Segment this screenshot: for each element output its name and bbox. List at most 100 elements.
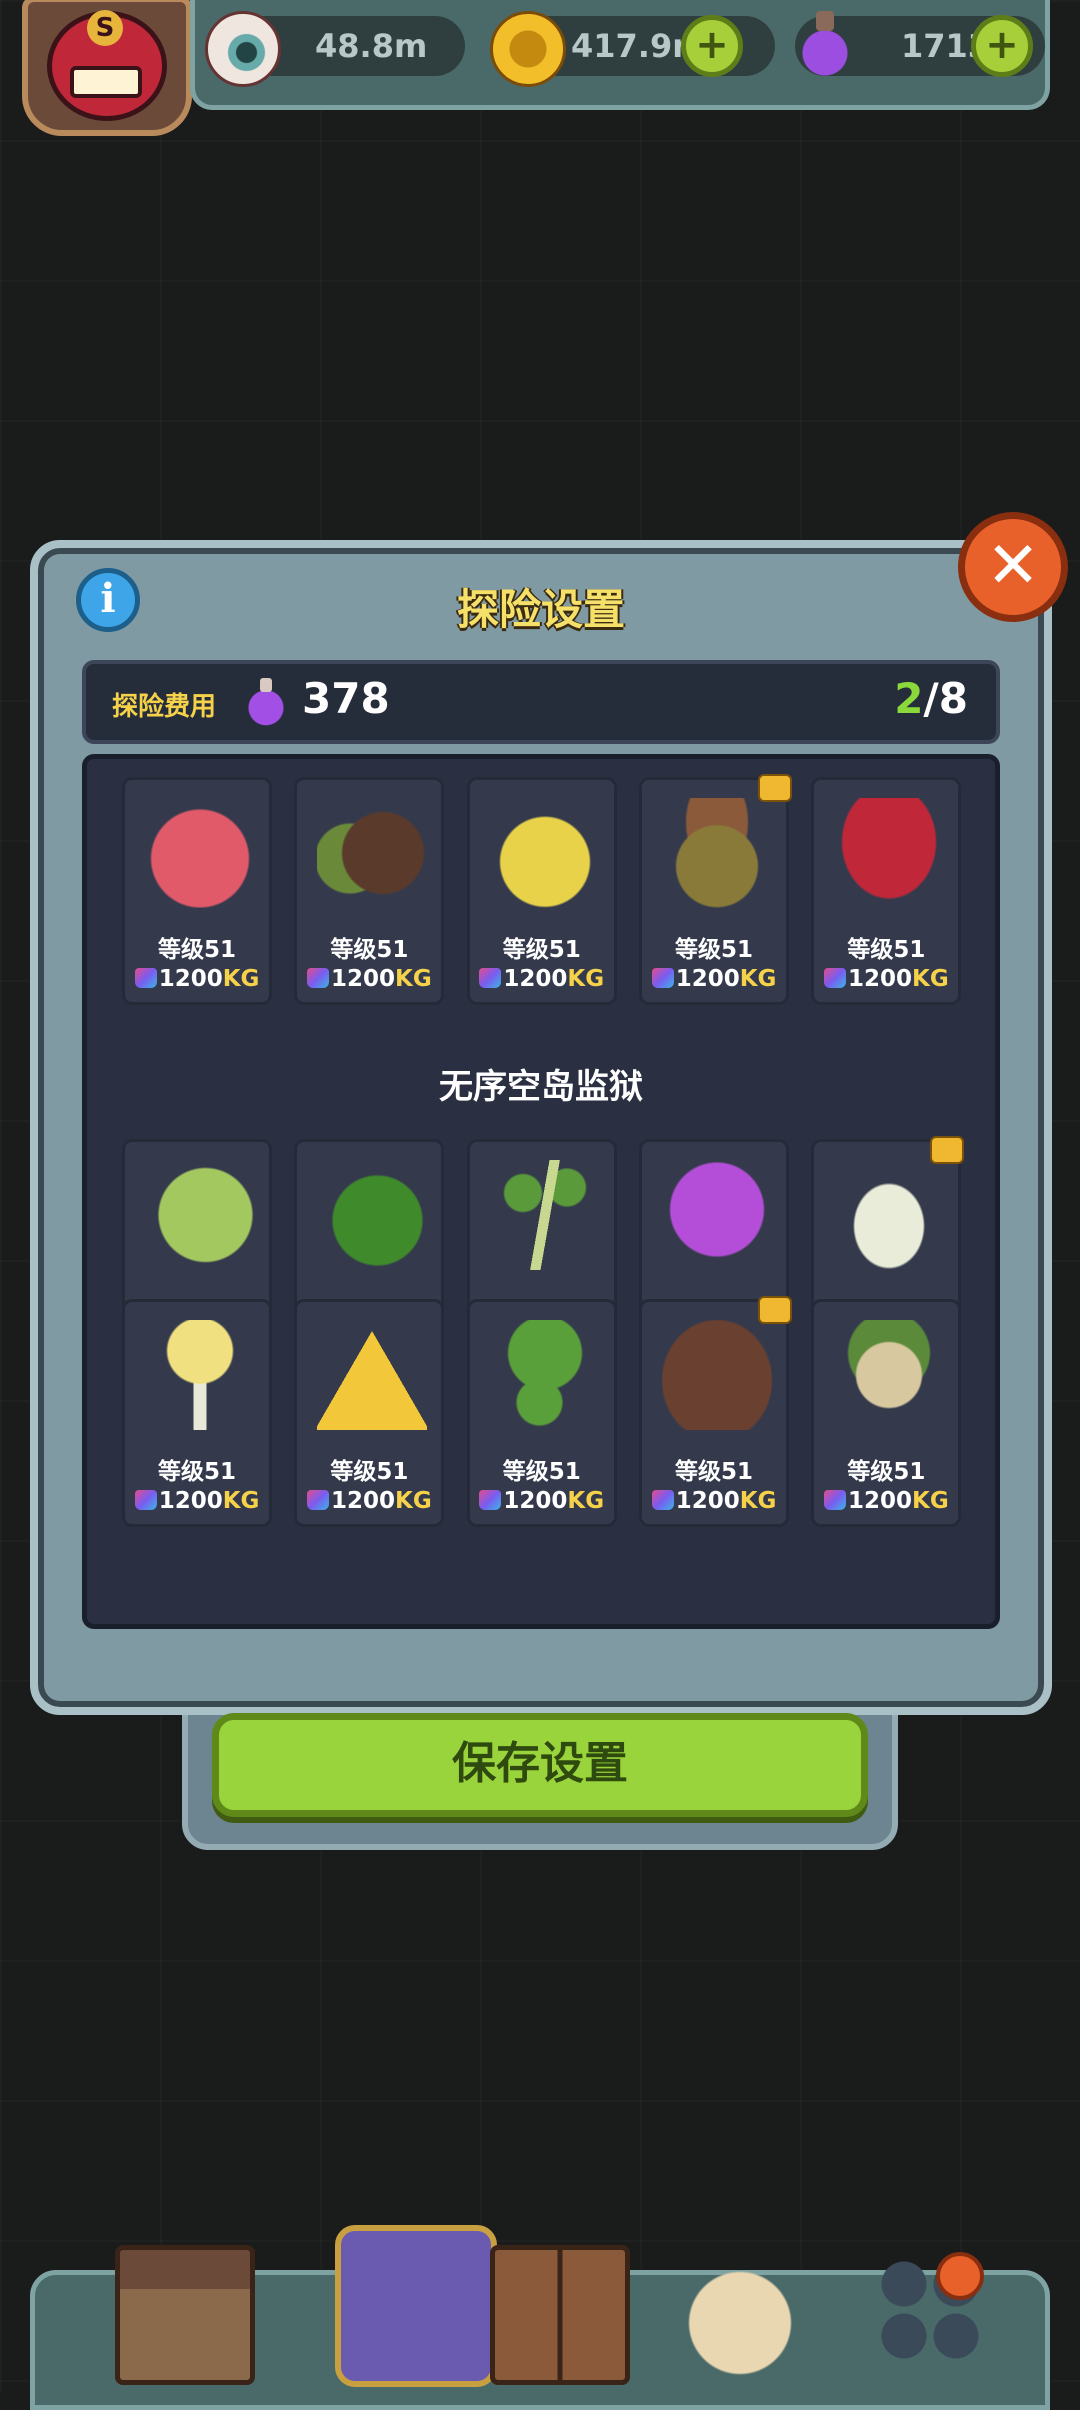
weight-bag-icon bbox=[307, 1490, 330, 1510]
weight-unit: KG bbox=[912, 966, 949, 992]
weight-value: 1200 bbox=[675, 1488, 740, 1514]
monster-face-icon bbox=[47, 10, 167, 121]
owned-badge-icon bbox=[930, 1136, 965, 1164]
add-coins-button[interactable]: + bbox=[681, 15, 743, 77]
weight-unit: KG bbox=[395, 966, 432, 992]
monster-level: 等级51 bbox=[158, 937, 237, 963]
selected-count: 2/8 bbox=[894, 674, 968, 723]
weight-unit: KG bbox=[567, 1488, 605, 1514]
weight-bag-icon bbox=[134, 968, 157, 988]
close-button[interactable]: ✕ bbox=[958, 512, 1068, 622]
coconut-crab-monster-icon bbox=[317, 798, 428, 908]
cost-value: 378 bbox=[302, 674, 390, 723]
monster-card[interactable]: 等级51 1200KG bbox=[466, 1299, 617, 1527]
sprout-stick-monster-icon bbox=[489, 1160, 600, 1270]
coin-icon bbox=[490, 11, 566, 87]
dungeon-icon[interactable] bbox=[335, 2225, 497, 2387]
dialog-title: 探险设置 bbox=[456, 585, 625, 634]
monster-level: 等级51 bbox=[502, 937, 581, 963]
monster-weight: 1200KG bbox=[814, 966, 958, 992]
expedition-settings-dialog: i 探险设置 ✕ 探险费用 378 2/8 无序空岛监狱 等级51 1200KG 等… bbox=[30, 512, 1068, 1715]
weight-value: 1200 bbox=[848, 966, 913, 992]
potion-icon bbox=[244, 678, 288, 726]
potion-icon bbox=[790, 11, 860, 81]
medusa-worm-monster-icon bbox=[489, 1320, 600, 1430]
monster-level: 等级51 bbox=[847, 1459, 926, 1485]
weight-unit: KG bbox=[912, 1488, 949, 1514]
monster-weight: 1200KG bbox=[125, 1488, 269, 1514]
monster-level: 等级51 bbox=[330, 937, 409, 963]
cabbage-turtle-monster-icon bbox=[145, 1160, 256, 1270]
weight-value: 1200 bbox=[158, 1488, 223, 1514]
monster-weight: 1200KG bbox=[297, 1488, 441, 1514]
weight-unit: KG bbox=[739, 966, 777, 992]
bottom-nav bbox=[30, 2225, 1050, 2410]
monster-card[interactable]: 等级51 1200KG bbox=[639, 774, 793, 1005]
cost-label: 探险费用 bbox=[112, 692, 217, 722]
player-avatar[interactable] bbox=[22, 0, 192, 136]
eye-value: 48.8m bbox=[315, 27, 428, 65]
monster-weight: 1200KG bbox=[297, 966, 441, 992]
monster-card[interactable]: 等级51 1200KG bbox=[811, 1299, 962, 1527]
weight-value: 1200 bbox=[675, 966, 740, 992]
monster-weight: 1200KG bbox=[814, 1488, 958, 1514]
cowboy-kiwi-monster-icon bbox=[662, 798, 773, 908]
monster-level: 等级51 bbox=[675, 937, 754, 963]
weight-bag-icon bbox=[479, 1490, 502, 1510]
monster-card[interactable]: 等级51 1200KG bbox=[122, 1299, 273, 1527]
radish-monster-icon bbox=[834, 1160, 945, 1270]
monster-level: 等级51 bbox=[675, 1459, 754, 1485]
book-icon[interactable] bbox=[490, 2245, 630, 2385]
weight-unit: KG bbox=[739, 1488, 777, 1514]
resource-bar: 48.8m 417.9m + 1713 + bbox=[190, 0, 1050, 110]
weight-value: 1200 bbox=[503, 966, 568, 992]
monster-card[interactable]: 等级51 1200KG bbox=[294, 1299, 445, 1527]
weight-unit: KG bbox=[567, 966, 605, 992]
house-icon[interactable] bbox=[115, 2245, 255, 2385]
add-potions-button[interactable]: + bbox=[971, 15, 1033, 77]
weight-bag-icon bbox=[307, 968, 330, 988]
weight-value: 1200 bbox=[331, 966, 396, 992]
weight-value: 1200 bbox=[848, 1488, 913, 1514]
weight-bag-icon bbox=[134, 1490, 157, 1510]
cost-bar: 探险费用 378 2/8 bbox=[82, 660, 1000, 744]
monster-card[interactable]: 等级51 1200KG bbox=[811, 777, 962, 1005]
weight-value: 1200 bbox=[331, 1488, 396, 1514]
lips-monster-icon bbox=[834, 798, 945, 908]
monster-card[interactable]: 等级51 1200KG bbox=[122, 777, 273, 1005]
peach-monster-icon bbox=[145, 798, 256, 908]
weight-unit: KG bbox=[395, 1488, 432, 1514]
eye-icon bbox=[205, 11, 281, 87]
monster-card[interactable]: 等级51 1200KG bbox=[466, 777, 617, 1005]
owned-badge-icon bbox=[758, 1296, 793, 1324]
watermelon-chomper-monster-icon bbox=[317, 1160, 428, 1270]
monster-level: 等级51 bbox=[847, 937, 926, 963]
pear-bird-monster-icon bbox=[489, 798, 600, 908]
weight-bag-icon bbox=[824, 1490, 847, 1510]
monster-weight: 1200KG bbox=[470, 1488, 614, 1514]
notification-dot bbox=[936, 2252, 984, 2300]
monster-weight: 1200KG bbox=[470, 966, 614, 992]
hairy-skull-monster-icon bbox=[662, 1320, 773, 1430]
monster-weight: 1200KG bbox=[642, 1488, 786, 1514]
eye-counter: 48.8m bbox=[205, 11, 465, 87]
monster-card[interactable]: 等级51 1200KG bbox=[294, 777, 445, 1005]
monster-weight: 1200KG bbox=[125, 966, 269, 992]
monster-list: 无序空岛监狱 等级51 1200KG 等级51 1200KG 等级51 1200KG 等级5… bbox=[82, 754, 1000, 1629]
weight-value: 1200 bbox=[503, 1488, 568, 1514]
save-settings-button[interactable]: 保存设置 bbox=[212, 1713, 868, 1817]
weight-unit: KG bbox=[222, 1488, 260, 1514]
grape-spider-monster-icon bbox=[662, 1160, 773, 1270]
cheese-monster-icon bbox=[317, 1320, 428, 1430]
monster-weight: 1200KG bbox=[642, 966, 786, 992]
money-bag-icon[interactable] bbox=[675, 2245, 805, 2375]
monster-card[interactable]: 等级51 1200KG bbox=[639, 1296, 793, 1527]
weight-bag-icon bbox=[651, 968, 674, 988]
selected-current: 2 bbox=[894, 674, 924, 723]
monster-level: 等级51 bbox=[158, 1459, 237, 1485]
owned-badge-icon bbox=[758, 774, 793, 802]
weight-bag-icon bbox=[824, 968, 847, 988]
weight-bag-icon bbox=[479, 968, 502, 988]
monster-level: 等级51 bbox=[330, 1459, 409, 1485]
section-title: 无序空岛监狱 bbox=[439, 1067, 643, 1107]
